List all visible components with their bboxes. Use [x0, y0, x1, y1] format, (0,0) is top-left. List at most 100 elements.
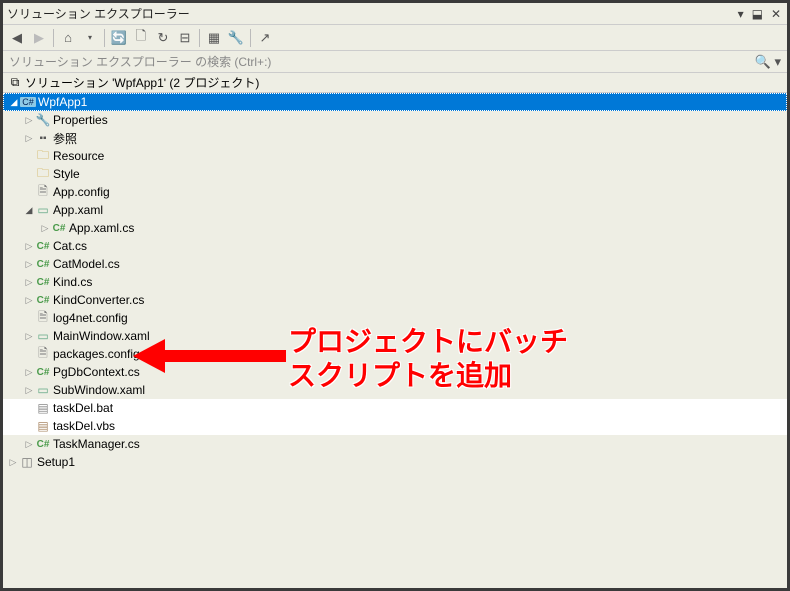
- tree-item-label: Cat.cs: [53, 239, 87, 253]
- window-title: ソリューション エクスプローラー: [7, 5, 190, 22]
- collapse-button[interactable]: ⊟: [175, 28, 195, 48]
- cs-icon: C#: [51, 221, 67, 235]
- tree-item-cat-cs[interactable]: C#Cat.cs: [3, 237, 787, 255]
- solution-label: ソリューション 'WpfApp1' (2 プロジェクト): [25, 74, 259, 91]
- tree-item-label: packages.config: [53, 347, 140, 361]
- tree-item-kind-cs[interactable]: C#Kind.cs: [3, 273, 787, 291]
- expander-icon[interactable]: [7, 457, 19, 468]
- solution-row[interactable]: ⧉ ソリューション 'WpfApp1' (2 プロジェクト): [3, 73, 787, 93]
- expander-icon[interactable]: [23, 295, 35, 306]
- home-icon: ⌂: [64, 30, 72, 45]
- tree-item-taskdel-bat[interactable]: ▤taskDel.bat: [3, 399, 787, 417]
- tree-item-label: Properties: [53, 113, 108, 127]
- cs-icon: C#: [35, 437, 51, 451]
- title-bar: ソリューション エクスプローラー ▾ ⬓ ✕: [3, 3, 787, 25]
- cs-icon: C#: [35, 365, 51, 379]
- tree-item-label: taskDel.vbs: [53, 419, 115, 433]
- tree-item-label: taskDel.bat: [53, 401, 113, 415]
- back-button[interactable]: ◀: [7, 28, 27, 48]
- expander-icon[interactable]: [23, 241, 35, 252]
- expander-icon[interactable]: [23, 385, 35, 396]
- forward-icon: ▶: [34, 30, 44, 46]
- tree-item-label: WpfApp1: [38, 95, 87, 109]
- separator: [53, 29, 54, 47]
- xaml-icon: ▭: [35, 329, 51, 343]
- expander-icon[interactable]: [8, 97, 20, 108]
- tree-item-label: Setup1: [37, 455, 75, 469]
- show-all-icon: ▦: [208, 30, 220, 46]
- view-code-button[interactable]: ↗: [255, 28, 275, 48]
- tree-item-label: Kind.cs: [53, 275, 92, 289]
- search-icon[interactable]: 🔍 ▾: [755, 54, 781, 70]
- tree-item-app-xaml[interactable]: ▭App.xaml: [3, 201, 787, 219]
- tree-item-label: Resource: [53, 149, 104, 163]
- tree-item-catmodel-cs[interactable]: C#CatModel.cs: [3, 255, 787, 273]
- tree-item-taskdel-vbs[interactable]: ▤taskDel.vbs: [3, 417, 787, 435]
- tree-item-pgdbcontext-cs[interactable]: C#PgDbContext.cs: [3, 363, 787, 381]
- solution-tree[interactable]: C#WpfApp1🔧Properties▪▪参照🗀Resource🗀Style🗎…: [3, 93, 787, 588]
- home-dropdown[interactable]: ▾: [80, 28, 100, 48]
- expander-icon[interactable]: [23, 439, 35, 450]
- tree-item-label: MainWindow.xaml: [53, 329, 150, 343]
- ref-icon: ▪▪: [35, 131, 51, 145]
- expander-icon[interactable]: [23, 331, 35, 342]
- home-button[interactable]: ⌂: [58, 28, 78, 48]
- sync-icon: 🔄: [111, 30, 127, 46]
- refresh-icon: ↻: [158, 30, 169, 46]
- forward-button[interactable]: ▶: [29, 28, 49, 48]
- tree-item-wpfapp1[interactable]: C#WpfApp1: [3, 93, 787, 111]
- window-controls: ▾ ⬓ ✕: [736, 7, 783, 21]
- expander-icon[interactable]: [39, 223, 51, 234]
- search-bar[interactable]: ソリューション エクスプローラー の検索 (Ctrl+:) 🔍 ▾: [3, 51, 787, 73]
- tree-item-setup1[interactable]: ◫Setup1: [3, 453, 787, 471]
- tree-item-label: App.config: [53, 185, 110, 199]
- chevron-down-icon: ▾: [88, 33, 92, 42]
- tree-item-label: SubWindow.xaml: [53, 383, 145, 397]
- expander-icon[interactable]: [23, 115, 35, 126]
- tree-item-mainwindow-xaml[interactable]: ▭MainWindow.xaml: [3, 327, 787, 345]
- tree-item-resource[interactable]: 🗀Resource: [3, 147, 787, 165]
- tree-item--[interactable]: ▪▪参照: [3, 129, 787, 147]
- properties-button[interactable]: 🔧: [226, 28, 246, 48]
- config-icon: 🗎: [35, 311, 51, 325]
- tree-item-properties[interactable]: 🔧Properties: [3, 111, 787, 129]
- separator: [250, 29, 251, 47]
- refresh-button[interactable]: ↻: [153, 28, 173, 48]
- tree-item-label: log4net.config: [53, 311, 128, 325]
- setup-icon: ◫: [19, 455, 35, 469]
- close-icon[interactable]: ✕: [769, 7, 783, 21]
- tree-item-app-config[interactable]: 🗎App.config: [3, 183, 787, 201]
- folder-icon: 🗀: [35, 167, 51, 181]
- tree-item-label: App.xaml.cs: [69, 221, 134, 235]
- expander-icon[interactable]: [23, 205, 35, 216]
- separator: [104, 29, 105, 47]
- tree-item-style[interactable]: 🗀Style: [3, 165, 787, 183]
- pin-icon[interactable]: ⬓: [750, 7, 765, 21]
- expander-icon[interactable]: [23, 367, 35, 378]
- tree-item-app-xaml-cs[interactable]: C#App.xaml.cs: [3, 219, 787, 237]
- tree-item-packages-config[interactable]: 🗎packages.config: [3, 345, 787, 363]
- tree-item-label: 参照: [53, 130, 77, 147]
- tree-item-taskmanager-cs[interactable]: C#TaskManager.cs: [3, 435, 787, 453]
- properties-icon: 🔧: [228, 30, 244, 46]
- config-icon: 🗎: [35, 347, 51, 361]
- view-code-icon: ↗: [260, 30, 271, 46]
- tree-item-subwindow-xaml[interactable]: ▭SubWindow.xaml: [3, 381, 787, 399]
- sync-button[interactable]: 🔄: [109, 28, 129, 48]
- show-all-button[interactable]: ▦: [204, 28, 224, 48]
- proj-icon: C#: [20, 95, 36, 109]
- xaml-icon: ▭: [35, 383, 51, 397]
- expander-icon[interactable]: [23, 133, 35, 144]
- tree-item-kindconverter-cs[interactable]: C#KindConverter.cs: [3, 291, 787, 309]
- bat-icon: ▤: [35, 401, 51, 415]
- expander-icon[interactable]: [23, 259, 35, 270]
- tree-item-log4net-config[interactable]: 🗎log4net.config: [3, 309, 787, 327]
- pending-button[interactable]: 🗋: [131, 28, 151, 48]
- dropdown-icon[interactable]: ▾: [736, 7, 746, 21]
- wrench-icon: 🔧: [35, 113, 51, 127]
- xaml-icon: ▭: [35, 203, 51, 217]
- expander-icon[interactable]: [23, 277, 35, 288]
- cs-icon: C#: [35, 275, 51, 289]
- cs-icon: C#: [35, 293, 51, 307]
- tree-item-label: KindConverter.cs: [53, 293, 144, 307]
